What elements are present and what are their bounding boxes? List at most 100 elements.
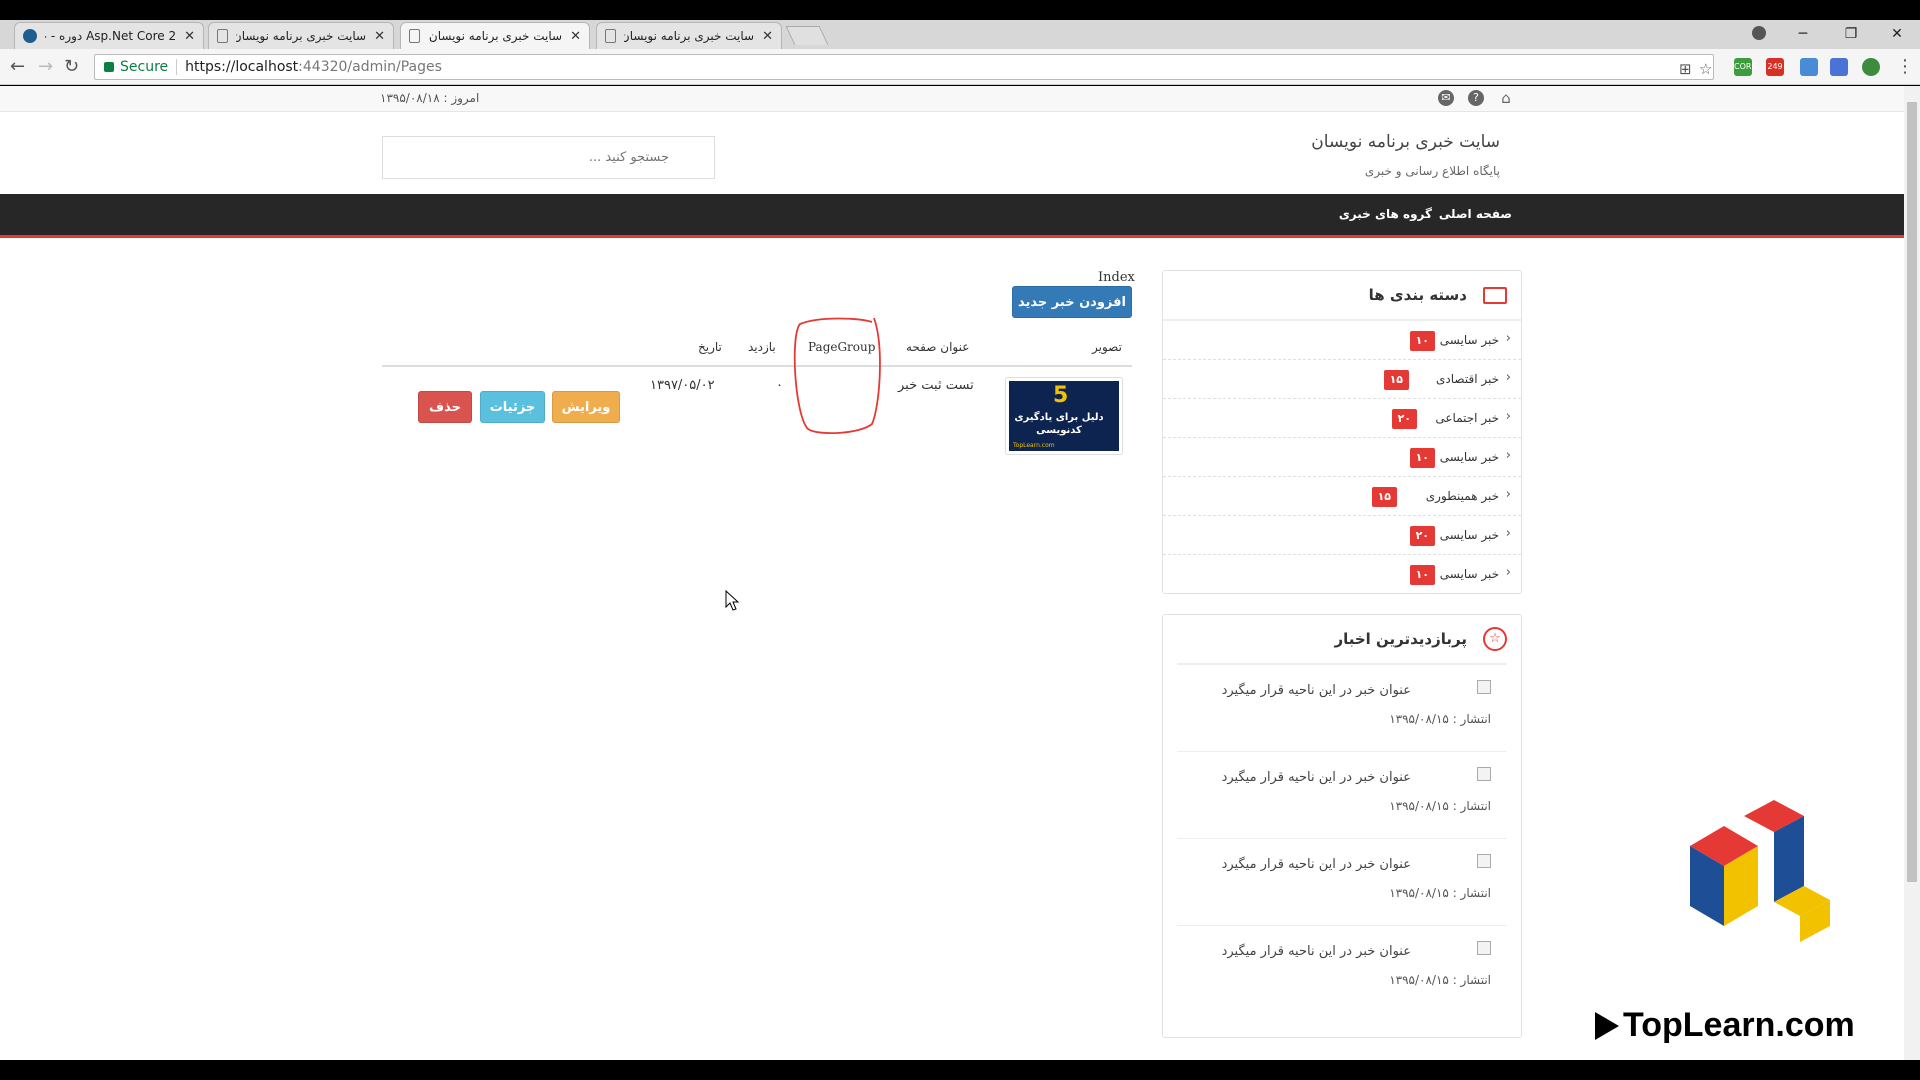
count-badge: ۱۰ [1409, 448, 1435, 468]
star-icon: ☆ [1483, 627, 1507, 651]
count-badge: ۱۰ [1409, 565, 1435, 585]
lock-icon [104, 62, 114, 72]
menu-dots-icon[interactable]: ⋮ [1896, 55, 1914, 79]
tab-close-icon[interactable]: ✕ [570, 29, 581, 44]
broken-image-icon [1477, 680, 1491, 694]
forward-arrow-icon[interactable]: → [38, 55, 53, 79]
category-item[interactable]: › خبر سایسی ۱۰ [1163, 438, 1521, 477]
news-thumbnail: 5 دلیل برای یادگیری کدنویسی TopLearn.com [1005, 377, 1123, 455]
minimize-button[interactable]: ─ [1780, 22, 1826, 46]
watermark-text: TopLearn.com [1595, 1006, 1855, 1045]
watermark-label: TopLearn.com [1623, 1006, 1855, 1044]
thumbnail-caption: دلیل برای یادگیری کدنویسی [1014, 412, 1104, 436]
news-date: انتشار : ۱۳۹۵/۰۸/۱۵ [1389, 886, 1491, 900]
browser-tab-active[interactable]: سایت خبری برنامه نویسان ✕ [400, 22, 590, 49]
category-label: خبر سایسی [1439, 567, 1499, 581]
site-subtitle: پایگاه اطلاع رسانی و خبری [1364, 164, 1500, 178]
popular-title: پربازدیدترین اخبار [1334, 630, 1467, 648]
bookmark-star-icon[interactable]: ☆ [1699, 60, 1712, 78]
nav-news-groups[interactable]: گروه های خبری [1339, 207, 1432, 221]
help-icon[interactable]: ? [1468, 90, 1484, 106]
panel-header: ☆ پربازدیدترین اخبار [1177, 615, 1507, 665]
site-title[interactable]: سایت خبری برنامه نویسان [1311, 132, 1500, 152]
categories-title: دسته بندی ها [1368, 286, 1467, 304]
category-item[interactable]: › خبر همینطوری ۱۵ [1163, 477, 1521, 516]
secure-label: Secure [120, 59, 169, 75]
news-date: انتشار : ۱۳۹۵/۰۸/۱۵ [1389, 973, 1491, 987]
scrollbar-thumb[interactable] [1907, 102, 1917, 882]
thumbnail-image: 5 دلیل برای یادگیری کدنویسی TopLearn.com [1009, 381, 1119, 451]
news-date: انتشار : ۱۳۹۵/۰۸/۱۵ [1389, 799, 1491, 813]
browser-tab[interactable]: Asp.Net Core 2 دوره - خو ✕ [14, 22, 204, 49]
google-translate-icon[interactable] [1830, 58, 1848, 76]
column-header-date: تاریخ [698, 340, 722, 354]
category-item[interactable]: › خبر سایسی ۱۰ [1163, 555, 1521, 594]
broken-image-icon [1477, 767, 1491, 781]
column-header-visits: بازدید [748, 340, 776, 354]
category-label: خبر اقتصادی [1436, 372, 1499, 386]
home-icon[interactable]: ⌂ [1498, 90, 1514, 106]
thumbnail-number: 5 [1053, 383, 1069, 408]
details-button[interactable]: جزئیات [480, 391, 545, 423]
category-item[interactable]: › خبر اقتصادی ۱۵ [1163, 360, 1521, 399]
chevron-right-icon: › [1505, 331, 1511, 346]
document-icon [409, 29, 420, 43]
news-title[interactable]: عنوان خبر در این ناحیه قرار میگیرد [1222, 944, 1411, 959]
browser-tab[interactable]: سایت خبری برنامه نویسان ✕ [208, 22, 394, 49]
page-scrollbar[interactable] [1904, 86, 1920, 1060]
category-item[interactable]: › خبر سایسی ۲۰ [1163, 516, 1521, 555]
news-item[interactable]: عنوان خبر در این ناحیه قرار میگیرد انتشا… [1177, 752, 1507, 839]
news-date: انتشار : ۱۳۹۵/۰۸/۱۵ [1389, 712, 1491, 726]
translate-icon[interactable]: ⊞ [1679, 60, 1692, 78]
gmail-extension-icon[interactable]: 249 [1766, 58, 1784, 76]
delete-button[interactable]: حذف [418, 391, 472, 423]
url-path: :44320/admin/Pages [298, 59, 442, 75]
news-item[interactable]: عنوان خبر در این ناحیه قرار میگیرد انتشا… [1177, 926, 1507, 1013]
news-title[interactable]: عنوان خبر در این ناحیه قرار میگیرد [1222, 857, 1411, 872]
cors-extension-icon[interactable]: CORS [1734, 58, 1757, 76]
chevron-right-icon: › [1505, 526, 1511, 541]
back-arrow-icon[interactable]: ← [10, 55, 25, 79]
category-label: خبر همینطوری [1425, 489, 1499, 503]
count-badge: ۱۵ [1383, 370, 1409, 390]
url-host: https://localhost [185, 59, 299, 75]
folder-open-icon [1483, 287, 1507, 304]
document-icon [605, 29, 616, 43]
column-header-page-group: PageGroup [808, 340, 876, 354]
category-item[interactable]: › خبر سایسی ۱۰ [1163, 321, 1521, 360]
today-date: امروز : ۱۳۹۵/۰۸/۱۸ [380, 91, 480, 105]
tab-close-icon[interactable]: ✕ [184, 29, 195, 44]
address-bar[interactable]: Secure https://localhost :44320/admin/Pa… [94, 54, 1714, 80]
news-title[interactable]: عنوان خبر در این ناحیه قرار میگیرد [1222, 770, 1411, 785]
count-badge: ۲۰ [1391, 409, 1417, 429]
panel-header: دسته بندی ها [1163, 271, 1521, 321]
count-badge: ۲۰ [1409, 526, 1435, 546]
browser-tab[interactable]: سایت خبری برنامه نویسان ✕ [596, 22, 782, 49]
restore-button[interactable]: ❐ [1828, 22, 1874, 46]
chevron-right-icon: › [1505, 409, 1511, 424]
search-input[interactable] [382, 136, 715, 179]
chevron-right-icon: › [1505, 370, 1511, 385]
tab-close-icon[interactable]: ✕ [762, 29, 773, 44]
add-news-button[interactable]: افزودن خبر جدید [1012, 286, 1132, 318]
extension-icon[interactable] [1800, 58, 1818, 76]
category-item[interactable]: › خبر اجتماعی ۲۰ [1163, 399, 1521, 438]
category-label: خبر سایسی [1439, 333, 1499, 347]
tab-close-icon[interactable]: ✕ [374, 29, 385, 44]
column-header-title: عنوان صفحه [906, 340, 970, 354]
news-item[interactable]: عنوان خبر در این ناحیه قرار میگیرد انتشا… [1177, 839, 1507, 926]
news-item[interactable]: عنوان خبر در این ناحیه قرار میگیرد انتشا… [1177, 665, 1507, 752]
document-icon [217, 29, 228, 43]
news-title[interactable]: عنوان خبر در این ناحیه قرار میگیرد [1222, 683, 1411, 698]
edit-button[interactable]: ویرایش [552, 391, 620, 423]
nav-home[interactable]: صفحه اصلی [1439, 207, 1512, 221]
close-window-button[interactable]: ✕ [1874, 22, 1920, 46]
tab-title: سایت خبری برنامه نویسان [428, 29, 563, 43]
category-label: خبر سایسی [1439, 450, 1499, 464]
profile-icon[interactable] [1752, 26, 1766, 40]
reload-icon[interactable]: ↻ [64, 55, 79, 79]
column-header-image: تصویر [1092, 340, 1122, 354]
site-favicon-icon [23, 29, 37, 43]
mail-icon[interactable]: ✉ [1438, 90, 1454, 106]
globe-extension-icon[interactable] [1862, 58, 1880, 76]
